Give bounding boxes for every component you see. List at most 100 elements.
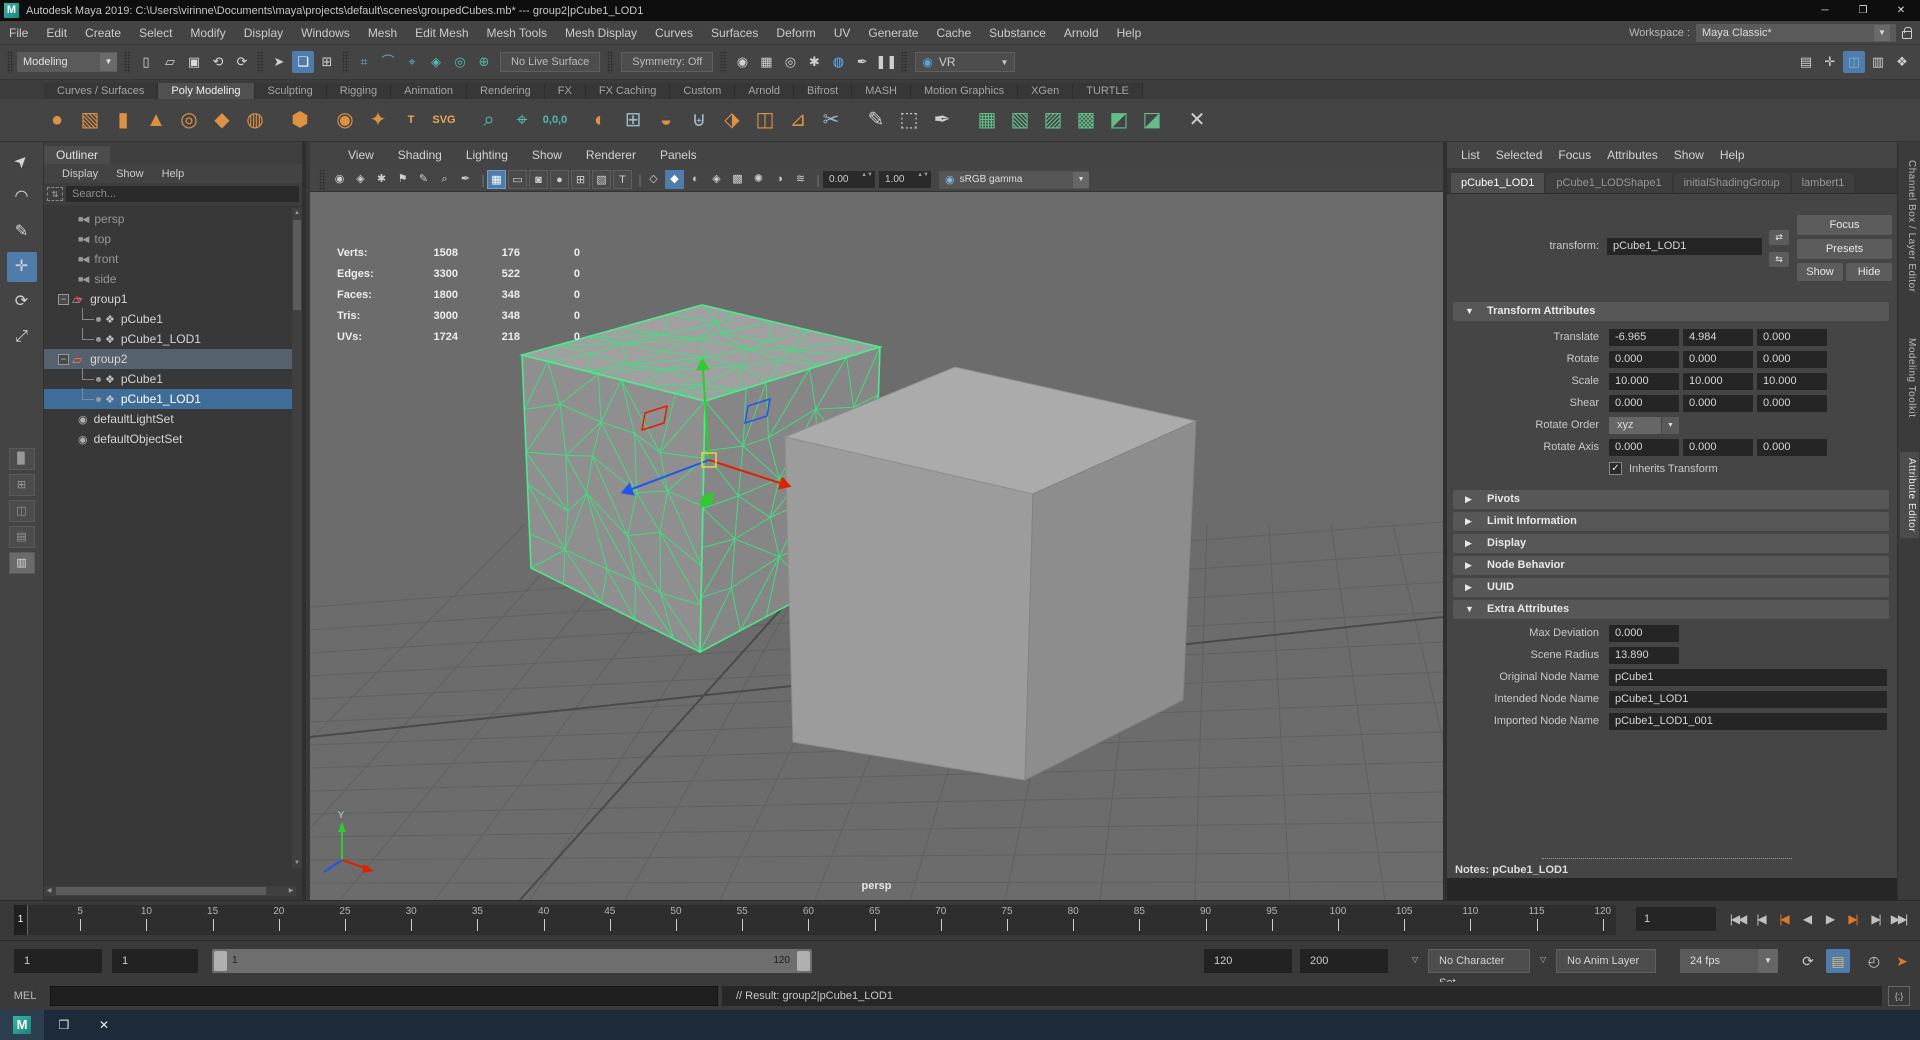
remesh-icon[interactable]: ▦ <box>972 105 1002 135</box>
play-backwards-button[interactable]: ◀ <box>1795 912 1818 926</box>
shelf-tab-xgen[interactable]: XGen <box>1018 83 1073 99</box>
scroll-down-icon[interactable]: ▼ <box>292 858 302 868</box>
section-grip[interactable] <box>720 51 727 73</box>
chevron-down-icon[interactable]: ▼ <box>1758 949 1778 973</box>
animation-start-field[interactable]: 1 <box>14 949 102 973</box>
retopo-icon[interactable]: ▧ <box>1005 105 1035 135</box>
go-to-start-button[interactable]: |◀◀ <box>1726 912 1749 926</box>
text-hud-icon[interactable]: T <box>613 170 632 189</box>
tool-settings-toggle-icon[interactable]: ❖ <box>1891 51 1913 73</box>
redo-icon[interactable]: ⟳ <box>231 51 253 73</box>
attr-menu-list[interactable]: List <box>1453 148 1488 162</box>
poly-plane-icon[interactable]: ◆ <box>207 105 237 135</box>
field-chart-icon[interactable]: ⊞ <box>571 170 590 189</box>
live-surface-field[interactable]: No Live Surface <box>500 52 600 72</box>
attr-menu-help[interactable]: Help <box>1712 148 1753 162</box>
outliner-item-pcube1-2[interactable]: ❖pCube1 <box>44 369 296 389</box>
shelf-tab-animation[interactable]: Animation <box>391 83 467 99</box>
ipr-render-icon[interactable]: ◎ <box>779 51 801 73</box>
attr-tab-initialshadinggroup[interactable]: initialShadingGroup <box>1674 173 1790 193</box>
menu-modify[interactable]: Modify <box>181 26 234 40</box>
close-button[interactable]: ✕ <box>1882 5 1920 16</box>
character-set-dropdown[interactable]: No Character Set <box>1428 949 1530 973</box>
snap-curve-icon[interactable]: ⌒ <box>377 51 399 73</box>
section-grip[interactable] <box>607 51 614 73</box>
bridge-icon[interactable]: ◫ <box>750 105 780 135</box>
taskbar-close-icon[interactable]: ✕ <box>84 1018 124 1032</box>
attr-field-shear-1[interactable]: 0.000 <box>1683 395 1753 412</box>
swap-node-icon[interactable]: ⇄ <box>1769 230 1789 245</box>
combine-icon[interactable]: ◐ <box>585 105 615 135</box>
ao-icon[interactable]: ≋ <box>791 170 810 189</box>
shelf-tab-rigging[interactable]: Rigging <box>327 83 391 99</box>
type-tool-icon[interactable]: T <box>396 105 426 135</box>
smooth-shade-icon[interactable]: ◆ <box>665 170 684 189</box>
shadows-icon[interactable]: ◑ <box>770 170 789 189</box>
range-end-handle[interactable] <box>797 951 810 971</box>
smooth-icon[interactable]: ◒ <box>651 105 681 135</box>
attr-field-rotate-axis-2[interactable]: 0.000 <box>1757 439 1827 456</box>
color-management-dropdown[interactable]: ◉sRGB gamma▼ <box>939 171 1089 189</box>
mode-selector-dropdown[interactable]: Modeling▼ <box>17 52 117 72</box>
expand-collapse-icon[interactable]: − <box>58 294 69 305</box>
camera-icon[interactable]: ◉ <box>330 170 349 189</box>
checker-icon[interactable]: ▩ <box>728 170 747 189</box>
shelf-tab-sculpting[interactable]: Sculpting <box>255 83 327 99</box>
menu-windows[interactable]: Windows <box>292 26 359 40</box>
attr-field-rotate-0[interactable]: 0.000 <box>1609 351 1679 368</box>
menu-cache[interactable]: Cache <box>927 26 980 40</box>
section-display[interactable]: Display▶ <box>1453 534 1889 553</box>
snap-zero-icon[interactable]: 0,0,0 <box>540 105 570 135</box>
attr-field-scale-2[interactable]: 10.000 <box>1757 373 1827 390</box>
viewport-menu-lighting[interactable]: Lighting <box>456 148 518 162</box>
outliner-item-side[interactable]: ■◀side <box>44 269 296 289</box>
attr-field-scale-0[interactable]: 10.000 <box>1609 373 1679 390</box>
paint-effects-icon[interactable]: ✒ <box>851 51 873 73</box>
humanik-toggle-icon[interactable]: ✛ <box>1819 51 1841 73</box>
current-frame-field[interactable]: 1 <box>1636 907 1716 931</box>
attr-field-translate-0[interactable]: -6.965 <box>1609 329 1679 346</box>
outliner-item-group1[interactable]: −➤group1 <box>44 289 296 309</box>
outliner-vertical-scrollbar[interactable]: ▲ ▼ <box>292 208 302 868</box>
wireframe-icon[interactable]: ◇ <box>644 170 663 189</box>
select-tool[interactable]: ➤ <box>0 141 42 183</box>
step-back-key-button[interactable]: |◀ <box>1772 912 1795 926</box>
camera-settings-icon[interactable]: ✱ <box>372 170 391 189</box>
outliner-item-pcube1-lod1-2[interactable]: ❖pCube1_LOD1 <box>44 389 296 409</box>
chevron-down-icon[interactable]: ▼ <box>1000 58 1008 67</box>
section-limit-information[interactable]: Limit Information▶ <box>1453 512 1889 531</box>
attr-field-rotate-1[interactable]: 0.000 <box>1683 351 1753 368</box>
separate-icon[interactable]: ⊞ <box>618 105 648 135</box>
sidebar-tab-modeling-toolkit[interactable]: Modeling Toolkit <box>1900 332 1919 424</box>
snap-axis-icon[interactable]: ⊕ <box>473 51 495 73</box>
workspace-select[interactable]: Maya Classic* ▼ <box>1696 24 1896 42</box>
render-current-icon[interactable]: ▦ <box>755 51 777 73</box>
viewport-menu-shading[interactable]: Shading <box>388 148 452 162</box>
poly-disc-icon[interactable]: ◍ <box>240 105 270 135</box>
multicut-icon[interactable]: ✂ <box>816 105 846 135</box>
snap-point-icon[interactable]: ⌖ <box>401 51 423 73</box>
scroll-left-icon[interactable]: ◀ <box>44 886 54 896</box>
outliner-menu-help[interactable]: Help <box>154 168 193 180</box>
undo-icon[interactable]: ⟲ <box>207 51 229 73</box>
attr-field-translate-1[interactable]: 4.984 <box>1683 329 1753 346</box>
open-scene-icon[interactable]: ▱ <box>159 51 181 73</box>
transform-name-field[interactable]: pCube1_LOD1 <box>1607 238 1762 255</box>
poly-cube-icon[interactable]: ▧ <box>75 105 105 135</box>
shelf-tab-custom[interactable]: Custom <box>670 83 735 99</box>
taskbar-maya-icon[interactable]: M <box>0 1010 44 1040</box>
section-grip[interactable] <box>124 51 131 73</box>
step-forward-frame-button[interactable]: ▶| <box>1864 912 1887 926</box>
section-uuid[interactable]: UUID▶ <box>1453 578 1889 597</box>
muscle-icon[interactable]: ➤ <box>1890 949 1914 973</box>
camera-lock-icon[interactable]: ◈ <box>351 170 370 189</box>
bookmark-icon[interactable]: ⚑ <box>393 170 412 189</box>
outliner-horizontal-scrollbar[interactable]: ◀ ▶ <box>44 886 296 896</box>
script-editor-icon[interactable]: {;} <box>1888 986 1910 1006</box>
snap-magnify-icon[interactable]: ⌕ <box>474 105 504 135</box>
gate-mask-icon[interactable]: ● <box>550 170 569 189</box>
paint-select-tool[interactable]: ✎ <box>7 217 37 247</box>
menu-mesh-tools[interactable]: Mesh Tools <box>478 26 556 40</box>
outliner-item-top[interactable]: ■◀top <box>44 229 296 249</box>
bevel-icon[interactable]: ⬗ <box>717 105 747 135</box>
